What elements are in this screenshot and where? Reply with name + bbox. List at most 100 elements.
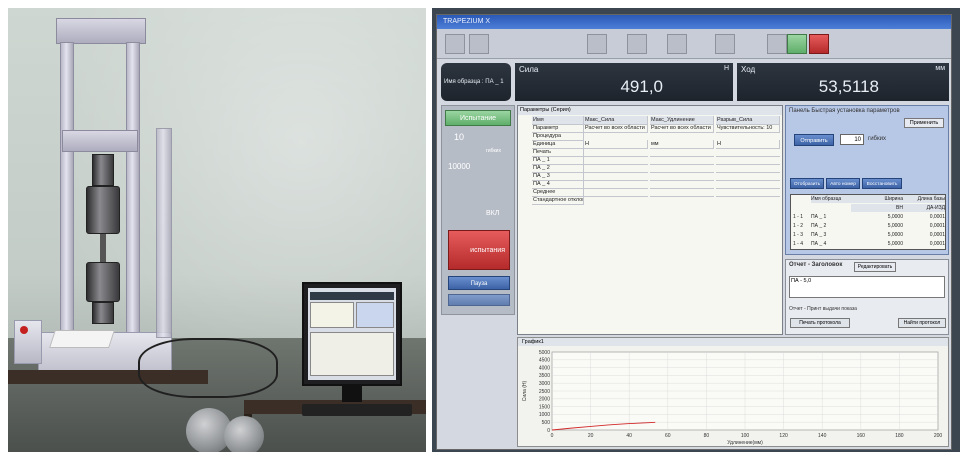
y-tick-label: 2000 bbox=[539, 397, 550, 403]
table-cell[interactable] bbox=[716, 172, 780, 173]
specimen-table-cell[interactable]: 1 - 1 bbox=[793, 213, 811, 221]
table-cell[interactable] bbox=[584, 188, 648, 189]
specimen-table-cell[interactable]: ПА _ 4 bbox=[811, 240, 851, 248]
toolbar-open-icon[interactable] bbox=[469, 34, 489, 54]
specimen-table-cell[interactable]: 1 - 2 bbox=[793, 222, 811, 230]
quick-settings-title: Панель Быстрая установка параметров bbox=[789, 108, 900, 114]
y-tick-label: 1000 bbox=[539, 412, 550, 418]
x-tick-label: 80 bbox=[704, 433, 710, 439]
specimen-table-cell[interactable]: 0,0001 bbox=[903, 240, 945, 248]
machine-left-column bbox=[60, 42, 74, 342]
y-tick-label: 5000 bbox=[539, 350, 550, 356]
pause-button[interactable]: Пауза bbox=[448, 276, 510, 290]
specimen-table-cell[interactable]: 0,0001 bbox=[903, 213, 945, 221]
print-report-button[interactable]: Печать протокола bbox=[790, 318, 850, 328]
apply-button[interactable]: Применить bbox=[904, 118, 944, 128]
specimen bbox=[100, 234, 106, 262]
x-tick-label: 120 bbox=[779, 433, 788, 439]
toolbar-stop-icon[interactable] bbox=[809, 34, 829, 54]
table-cell[interactable] bbox=[650, 132, 714, 133]
specimen-table-cell[interactable]: ПА _ 3 bbox=[811, 231, 851, 239]
send-button[interactable]: Отправить bbox=[794, 134, 834, 146]
toolbar-print-icon[interactable] bbox=[627, 34, 647, 54]
table-cell[interactable] bbox=[716, 148, 780, 149]
toolbar-file-icon[interactable] bbox=[445, 34, 465, 54]
travel-unit: мм bbox=[935, 65, 945, 72]
table-cell[interactable] bbox=[650, 148, 714, 149]
toolbar-settings-icon[interactable] bbox=[767, 34, 787, 54]
report-textbox[interactable]: ПА - 5,0 bbox=[789, 276, 945, 298]
upper-load-cell bbox=[92, 154, 114, 186]
table-cell[interactable] bbox=[650, 172, 714, 173]
force-unit: Н bbox=[723, 65, 729, 72]
extra-button[interactable] bbox=[448, 294, 510, 306]
display-button[interactable]: Отобразить bbox=[790, 178, 824, 189]
specimen-table-cell[interactable]: ПА _ 2 bbox=[811, 222, 851, 230]
table-row-label[interactable]: Стандартное отклонение bbox=[532, 196, 584, 205]
specimen-table-header: ДА-ИЗД bbox=[903, 204, 945, 212]
toolbar-undo-icon[interactable] bbox=[667, 34, 687, 54]
paper-on-base bbox=[49, 330, 115, 348]
table-cell[interactable] bbox=[584, 156, 648, 157]
specimen-table-cell[interactable]: 5,0000 bbox=[851, 231, 903, 239]
restore-button[interactable]: Восстановить bbox=[862, 178, 902, 189]
specimen-table-cell[interactable]: 0,0001 bbox=[903, 222, 945, 230]
specimen-table-cell[interactable]: 5,0000 bbox=[851, 213, 903, 221]
lower-grip bbox=[86, 262, 120, 302]
compressor-2 bbox=[224, 416, 264, 452]
table-cell[interactable] bbox=[650, 164, 714, 165]
table-cell[interactable] bbox=[584, 148, 648, 149]
quick-settings-panel: Панель Быстрая установка параметров Прим… bbox=[785, 105, 949, 255]
table-cell[interactable] bbox=[716, 132, 780, 133]
specimen-table-cell[interactable]: 1 - 4 bbox=[793, 240, 811, 248]
emergency-stop-icon bbox=[20, 326, 28, 334]
machine-top-crosshead bbox=[56, 18, 146, 44]
specimen-table-cell[interactable]: ПА _ 1 bbox=[811, 213, 851, 221]
specimen-table-cell[interactable]: 5,0000 bbox=[851, 222, 903, 230]
stop-test-button[interactable]: испытания bbox=[448, 230, 510, 270]
y-tick-label: 3000 bbox=[539, 381, 550, 387]
report-edit-button[interactable]: Редактировать bbox=[854, 262, 896, 272]
table-cell[interactable] bbox=[716, 156, 780, 157]
report-title: Отчет - Заголовок bbox=[789, 262, 843, 268]
specimen-table-header: ВН bbox=[851, 204, 903, 212]
y-tick-label: 1500 bbox=[539, 404, 550, 410]
table-cell[interactable] bbox=[716, 196, 780, 197]
graph-title: График1 bbox=[518, 338, 948, 346]
specimen-table-cell[interactable]: 0,0001 bbox=[903, 231, 945, 239]
side-stand bbox=[156, 128, 172, 338]
table-cell[interactable] bbox=[650, 188, 714, 189]
report-text: ПА - 5,0 bbox=[791, 278, 812, 284]
table-cell[interactable] bbox=[716, 164, 780, 165]
table-cell[interactable] bbox=[584, 164, 648, 165]
table-cell[interactable] bbox=[650, 180, 714, 181]
y-tick-label: 500 bbox=[542, 420, 551, 426]
y-axis-label: Сила (Н) bbox=[522, 380, 528, 401]
force-value: 491,0 bbox=[620, 77, 663, 96]
specimen-table-cell[interactable]: 5,0000 bbox=[851, 240, 903, 248]
machine-right-column bbox=[126, 42, 140, 342]
parameters-table[interactable]: Имя Макс_Сила Макс_Удлинение Разрыв_Сила Пар… bbox=[518, 116, 782, 226]
auto-number-button[interactable]: Авто номер bbox=[826, 178, 860, 189]
report-panel: Отчет - Заголовок Редактировать ПА - 5,0… bbox=[785, 259, 949, 335]
specimen-table-cell[interactable]: 1 - 3 bbox=[793, 231, 811, 239]
specimen-table[interactable]: Имя образца Ширина Длина базы ВН ДА-ИЗД 1 - 1… bbox=[790, 194, 946, 250]
send-unit: гибких bbox=[868, 136, 886, 142]
toolbar-save-icon[interactable] bbox=[587, 34, 607, 54]
send-value-input[interactable]: 10 bbox=[840, 134, 864, 145]
table-cell[interactable] bbox=[716, 188, 780, 189]
table-cell[interactable] bbox=[650, 196, 714, 197]
table-cell[interactable] bbox=[650, 156, 714, 157]
table-cell[interactable] bbox=[584, 196, 648, 197]
table-cell[interactable] bbox=[716, 180, 780, 181]
table-cell[interactable] bbox=[584, 180, 648, 181]
table-cell[interactable] bbox=[584, 132, 648, 133]
x-tick-label: 40 bbox=[626, 433, 632, 439]
find-report-button[interactable]: Найти протокол bbox=[898, 318, 946, 328]
test-button[interactable]: Испытание bbox=[445, 110, 511, 126]
table-cell[interactable] bbox=[584, 172, 648, 173]
toolbar-run-icon[interactable] bbox=[715, 34, 735, 54]
x-tick-label: 160 bbox=[857, 433, 866, 439]
toolbar-home-icon[interactable] bbox=[787, 34, 807, 54]
x-tick-label: 140 bbox=[818, 433, 827, 439]
